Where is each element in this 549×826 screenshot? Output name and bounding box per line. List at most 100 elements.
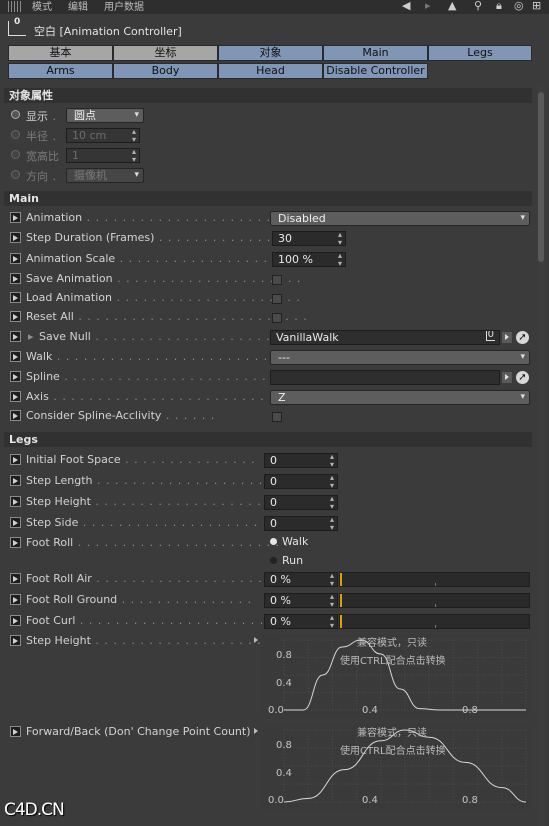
foot-curl-slider[interactable] [339,614,530,629]
stepper-icon[interactable] [330,615,334,628]
radio-display[interactable] [11,110,20,119]
radio-aspect[interactable] [11,150,20,159]
step-duration-field[interactable]: 30 [272,231,346,246]
stepper-icon[interactable] [330,517,334,530]
tab-basic[interactable]: 基本 [8,45,113,61]
consider-spline-checkbox[interactable] [272,412,282,422]
radio-run[interactable] [270,557,277,564]
stepper-icon[interactable] [330,496,334,509]
tab-main[interactable]: Main [323,45,428,61]
reset-all-checkbox[interactable] [272,313,282,323]
step-length-field[interactable]: 0 [264,474,338,489]
animate-icon[interactable] [10,454,21,465]
radio-walk[interactable] [270,538,277,545]
back-arrow-icon[interactable]: ◀ [402,0,410,12]
animate-icon[interactable] [10,232,21,243]
axis-dropdown[interactable]: Z ▾ [270,390,530,405]
new-panel-icon[interactable]: ⊞ [532,0,541,12]
spline-link-field[interactable] [270,370,500,385]
stepper-icon[interactable] [338,253,342,266]
animate-icon[interactable] [10,391,21,402]
animate-icon[interactable] [10,292,21,303]
animate-icon[interactable] [10,371,21,382]
animate-icon[interactable] [10,253,21,264]
pick-object-icon[interactable]: ➚ [516,371,529,384]
aspect-field[interactable]: 1 [66,148,140,163]
menu-bar: 模式 编辑 用户数据 ◀ ▸ ▲ ⚲ 🔒︎ ◎ ⊞ [0,0,549,14]
tab-arms[interactable]: Arms [8,63,113,79]
pick-object-icon[interactable]: ➚ [516,331,529,344]
curve-expand-arrow-icon[interactable] [254,728,258,734]
tab-disable-controller[interactable]: Disable Controller [323,63,428,79]
animate-icon[interactable] [10,537,21,548]
animate-icon[interactable] [10,311,21,322]
grip-icon[interactable] [8,1,22,12]
animate-icon[interactable] [10,351,21,362]
vertical-scrollbar[interactable] [537,84,545,826]
animation-scale-field[interactable]: 100 % [272,252,346,267]
menu-edit[interactable]: 编辑 [68,0,88,13]
menu-user-data[interactable]: 用户数据 [104,0,144,13]
stepper-icon[interactable] [338,232,342,245]
tab-object[interactable]: 对象 [218,45,323,61]
walk-dropdown[interactable]: --- ▾ [270,350,530,365]
stepper-icon[interactable] [330,573,334,586]
step-height-spline-graph[interactable]: 兼容模式，只读 使用CTRL配合点击转换 0.8 0.4 0.0 0.4 0.8 [262,634,530,718]
animate-icon[interactable] [10,475,21,486]
tab-head[interactable]: Head [218,63,323,79]
animate-icon[interactable] [10,496,21,507]
stepper-icon[interactable] [132,149,136,162]
foot-roll-option-walk[interactable]: Walk [270,535,308,549]
watermark-text: C4D.CN [4,800,65,820]
link-menu-arrow-icon[interactable] [502,372,512,383]
animate-icon[interactable] [10,726,21,737]
radius-field[interactable]: 10 cm [66,128,140,143]
target-icon[interactable]: ◎ [514,0,524,12]
foot-roll-air-field[interactable]: 0 % [264,572,338,587]
stepper-icon[interactable] [132,129,136,142]
pointer-up-icon[interactable]: ▲ [448,0,456,12]
foot-roll-ground-field[interactable]: 0 % [264,593,338,608]
section-legs[interactable]: Legs [4,432,532,447]
animate-icon[interactable] [10,573,21,584]
scrollbar-thumb[interactable] [538,92,544,262]
foot-roll-option-run[interactable]: Run [270,554,303,568]
orientation-dropdown[interactable]: 摄像机 ▾ [66,168,144,183]
forward-back-spline-graph[interactable]: 兼容模式，只读 使用CTRL配合点击转换 0.8 0.4 0.0 0.4 0.8 [262,724,530,810]
animate-icon[interactable] [10,594,21,605]
stepper-icon[interactable] [330,454,334,467]
stepper-icon[interactable] [330,475,334,488]
animate-icon[interactable] [10,331,21,342]
radio-radius[interactable] [11,130,20,139]
animate-icon[interactable] [10,517,21,528]
animate-icon[interactable] [10,212,21,223]
radio-orientation[interactable] [11,170,20,179]
load-animation-checkbox[interactable] [272,294,282,304]
section-main[interactable]: Main [4,191,532,206]
menu-mode[interactable]: 模式 [32,0,52,13]
foot-roll-air-slider[interactable] [339,572,530,587]
lock-icon[interactable]: 🔒︎ [496,0,502,13]
display-dropdown[interactable]: 圆点 ▾ [66,108,144,123]
foot-roll-ground-slider[interactable] [339,593,530,608]
foot-curl-field[interactable]: 0 % [264,614,338,629]
animate-icon[interactable] [10,615,21,626]
stepper-icon[interactable] [330,594,334,607]
curve-expand-arrow-icon[interactable] [254,637,258,643]
link-menu-arrow-icon[interactable] [502,332,512,343]
animate-icon[interactable] [10,635,21,646]
section-object-props[interactable]: 对象属性 [4,88,532,103]
step-side-field[interactable]: 0 [264,516,338,531]
save-animation-checkbox[interactable] [272,275,282,285]
animate-icon[interactable] [10,410,21,421]
animation-dropdown[interactable]: Disabled ▾ [270,211,530,226]
tab-body[interactable]: Body [113,63,218,79]
animate-icon[interactable] [10,273,21,284]
step-height-field[interactable]: 0 [264,495,338,510]
initial-foot-space-field[interactable]: 0 [264,453,338,468]
tab-legs[interactable]: Legs [428,45,532,61]
forward-arrow-icon[interactable]: ▸ [425,0,431,12]
search-icon[interactable]: ⚲ [474,0,482,12]
save-null-link-field[interactable]: VanillaWalk 0 [270,330,500,345]
tab-coord[interactable]: 坐标 [113,45,218,61]
